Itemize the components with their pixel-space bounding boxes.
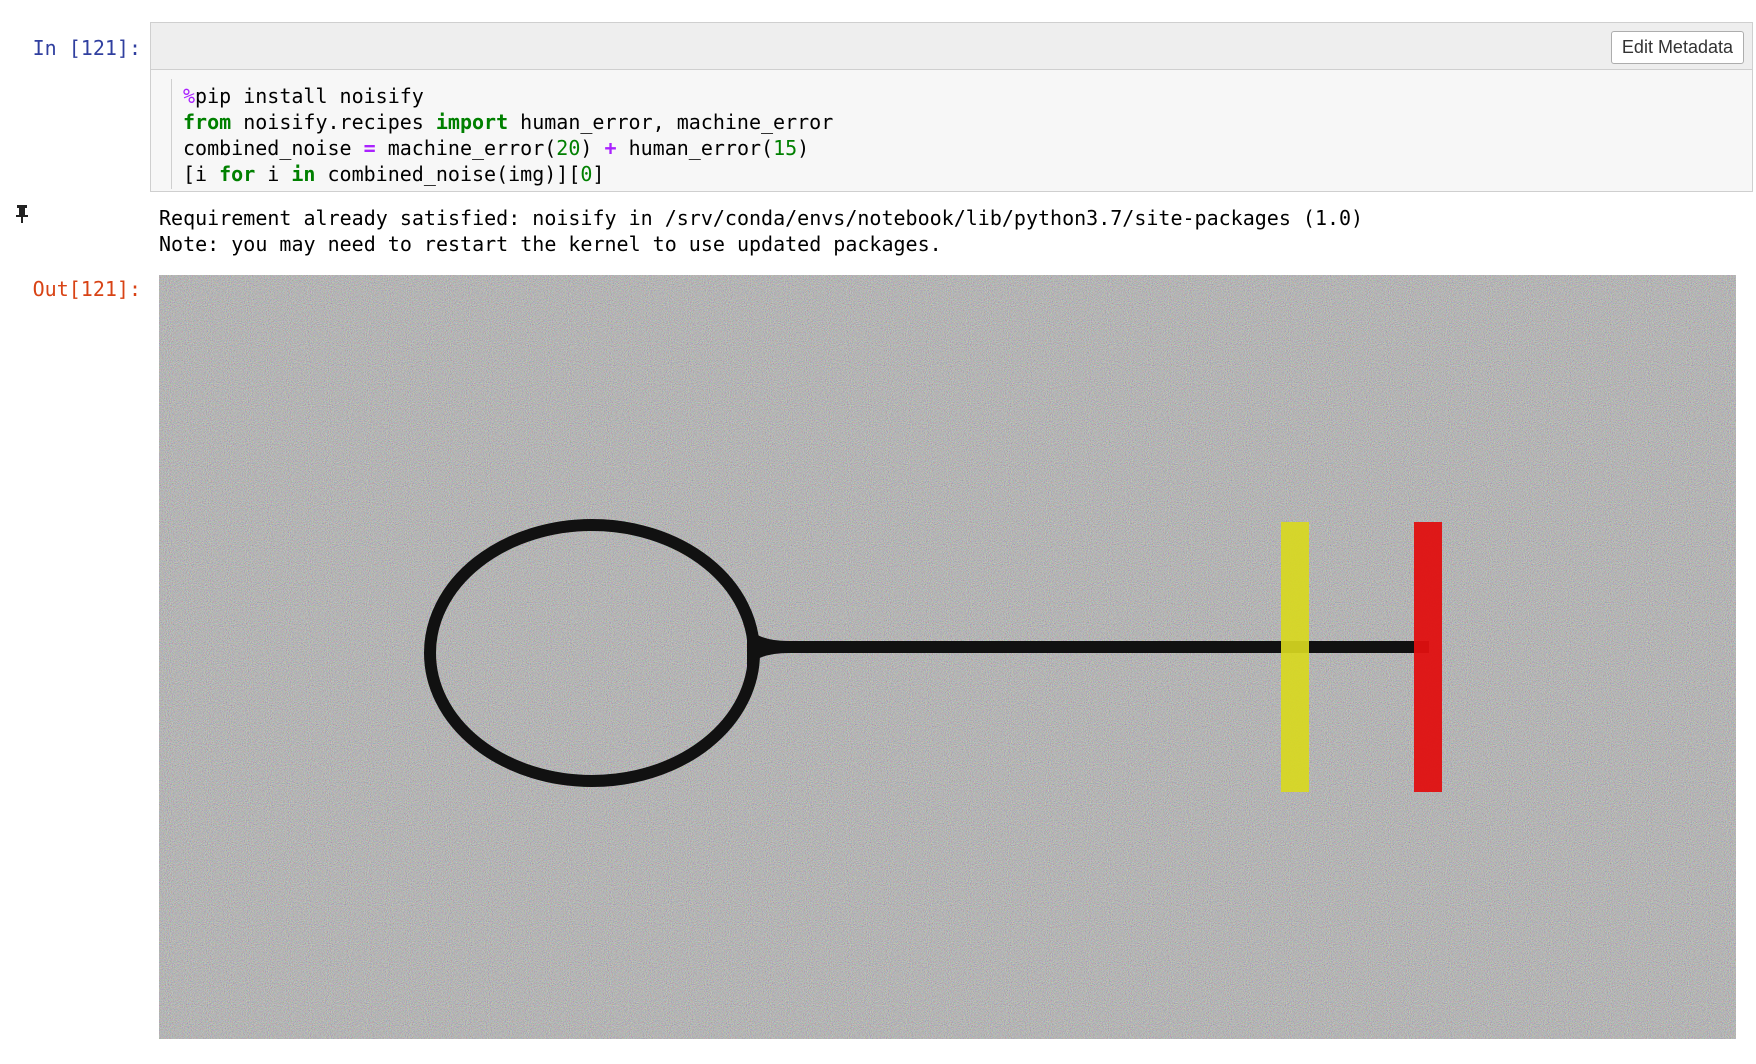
- code-token: [i: [183, 162, 220, 186]
- code-keyword: in: [291, 162, 316, 186]
- code-token: ]: [592, 162, 605, 186]
- cell-metadata-toolbar: Edit Metadata: [151, 23, 1752, 70]
- pin-icon[interactable]: [14, 204, 30, 224]
- output-prompt: Out[121]:: [32, 277, 141, 301]
- code-cell[interactable]: Edit Metadata %pip install noisify from …: [150, 22, 1753, 192]
- image-noise: [159, 275, 1736, 1039]
- stream-output-line: Requirement already satisfied: noisify i…: [159, 206, 1364, 230]
- code-token: machine_error(: [375, 136, 557, 160]
- code-token: human_error, machine_error: [508, 110, 834, 134]
- code-token: combined_noise(img)][: [315, 162, 581, 186]
- code-token: ): [580, 136, 605, 160]
- code-token: human_error(: [616, 136, 774, 160]
- code-token: i: [255, 162, 292, 186]
- edit-metadata-button[interactable]: Edit Metadata: [1610, 31, 1744, 64]
- noisy-image: [159, 275, 1736, 1039]
- stream-output-line: Note: you may need to restart the kernel…: [159, 232, 942, 256]
- code-token: noisify.recipes: [231, 110, 436, 134]
- code-token: combined_noise: [183, 136, 364, 160]
- code-editor[interactable]: %pip install noisify from noisify.recipe…: [171, 79, 1741, 189]
- code-keyword: for: [219, 162, 256, 186]
- code-keyword: import: [435, 110, 509, 134]
- input-prompt: In [121]:: [32, 36, 141, 60]
- code-number: 0: [580, 162, 593, 186]
- image-red-bar: [1414, 522, 1442, 792]
- code-line-3: combined_noise = machine_error(20) + hum…: [183, 135, 809, 161]
- code-token: ): [797, 136, 810, 160]
- stream-output: Requirement already satisfied: noisify i…: [159, 205, 1363, 257]
- code-token-magic: %: [183, 84, 196, 108]
- code-line-1: %pip install noisify: [183, 83, 424, 109]
- code-number: 15: [773, 136, 798, 160]
- code-number: 20: [556, 136, 581, 160]
- image-yellow-bar: [1281, 522, 1309, 792]
- output-image: [159, 275, 1736, 1039]
- code-operator: +: [604, 136, 617, 160]
- code-operator: =: [363, 136, 376, 160]
- code-token: pip install noisify: [195, 84, 424, 108]
- code-keyword: from: [183, 110, 232, 134]
- code-line-4: [i for i in combined_noise(img)][0]: [183, 161, 604, 187]
- code-line-2: from noisify.recipes import human_error,…: [183, 109, 833, 135]
